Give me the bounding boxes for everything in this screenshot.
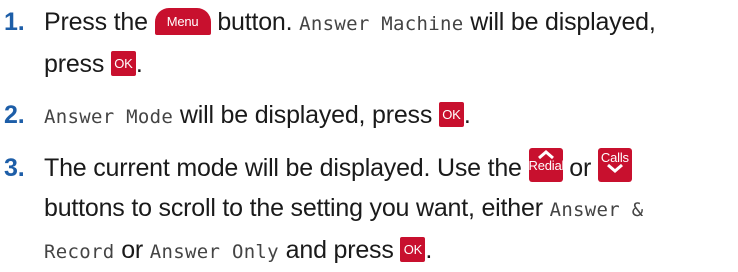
- step-text: .: [425, 236, 433, 264]
- step-text: buttons to scroll to the setting you wan…: [44, 194, 543, 222]
- redial-key-label: Redial: [528, 158, 565, 174]
- ok-key: OK: [438, 101, 464, 127]
- calls-key: Calls: [597, 148, 632, 183]
- step-number: 1.: [4, 8, 25, 36]
- step-1: 1. Press the Menu button. Answer Machine…: [0, 2, 738, 84]
- display-text: Answer &: [549, 199, 644, 221]
- step-text: .: [135, 50, 143, 78]
- display-text: Answer Only: [149, 241, 279, 263]
- instruction-steps: 1. Press the Menu button. Answer Machine…: [0, 0, 738, 264]
- redial-key: Redial: [528, 148, 565, 183]
- step-text: will be displayed,: [470, 8, 656, 36]
- step-text: The current mode will be displayed. Use …: [44, 154, 522, 182]
- calls-key-label: Calls: [600, 150, 629, 166]
- step-text: Press the: [44, 8, 148, 36]
- step-text: will be displayed, press: [179, 101, 433, 129]
- menu-key: Menu: [154, 7, 211, 35]
- step-text: and press: [285, 236, 394, 264]
- step-text: press: [44, 50, 105, 78]
- step-number: 2.: [4, 101, 25, 129]
- step-text: or: [569, 154, 592, 182]
- step-3: 3. The current mode will be displayed. U…: [0, 148, 738, 272]
- step-2: 2. Answer Mode will be displayed, press …: [0, 95, 738, 137]
- step-text: or: [121, 236, 144, 264]
- display-text: Answer Mode: [44, 106, 174, 128]
- ok-key: OK: [110, 50, 136, 76]
- ok-key: OK: [400, 236, 426, 262]
- step-number: 3.: [4, 154, 25, 182]
- chevron-down-icon: [606, 164, 623, 174]
- step-text: .: [463, 101, 471, 129]
- display-text: Record: [44, 241, 115, 263]
- step-text: button.: [217, 8, 293, 36]
- display-text: Answer Machine: [299, 13, 464, 35]
